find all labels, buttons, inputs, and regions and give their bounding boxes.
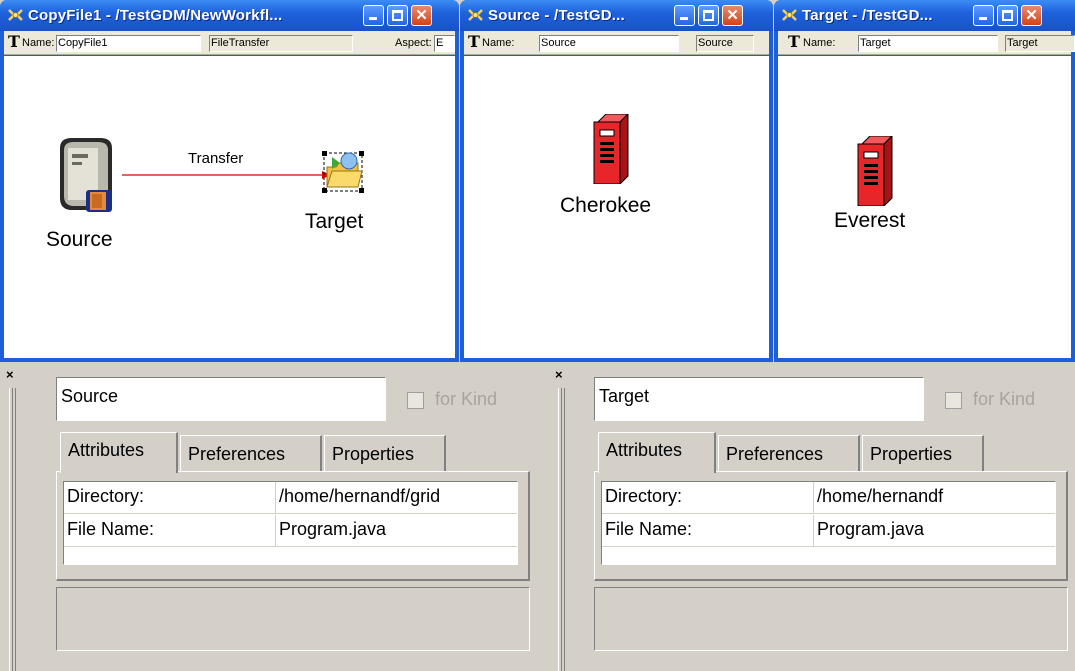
window-title: Target - /TestGD... [802, 7, 933, 24]
attribute-value[interactable]: Program.java [276, 515, 389, 547]
object-name-input[interactable]: Source [56, 377, 386, 421]
panel-close-icon[interactable]: × [555, 367, 563, 382]
name-bar: T Name: Target Target [778, 31, 1075, 55]
gme-app-icon [468, 9, 483, 21]
attribute-value[interactable]: Program.java [814, 515, 927, 547]
source-node-label: Source [46, 228, 113, 251]
gme-app-icon [8, 9, 23, 21]
window-copyfile1[interactable]: CopyFile1 - /TestGDM/NewWorkfl... ✕ T Na… [0, 0, 459, 362]
for-kind-checkbox[interactable] [945, 392, 962, 409]
text-t-icon: T [788, 32, 800, 51]
gme-app-icon [782, 9, 797, 21]
name-field[interactable]: CopyFile1 [56, 35, 201, 52]
tab-attributes[interactable]: Attributes [60, 432, 178, 473]
tab-properties[interactable]: Properties [324, 435, 446, 472]
for-kind-label: for Kind [973, 389, 1036, 409]
description-area [56, 587, 530, 651]
object-name-input[interactable]: Target [594, 377, 924, 421]
window-source[interactable]: Source - /TestGD... ✕ T Name: Source Sou… [460, 0, 773, 362]
for-kind-label: for Kind [435, 389, 498, 409]
minimize-icon [680, 17, 688, 20]
red-server-icon[interactable] [592, 114, 630, 184]
minimize-icon [369, 17, 377, 20]
titlebar[interactable]: Target - /TestGD... ✕ [774, 0, 1075, 31]
text-t-icon: T [468, 32, 480, 51]
maximize-button[interactable] [698, 5, 719, 26]
table-row[interactable]: File Name: Program.java [64, 515, 517, 547]
attribute-key: File Name: [602, 515, 814, 547]
host-label: Cherokee [560, 194, 652, 217]
maximize-button[interactable] [997, 5, 1018, 26]
maximize-icon [703, 10, 714, 21]
name-label: Name: [22, 37, 55, 49]
maximize-icon [392, 10, 403, 21]
window-title: Source - /TestGD... [488, 7, 625, 24]
name-field[interactable]: Source [539, 35, 679, 52]
minimize-button[interactable] [674, 5, 695, 26]
panel-grip[interactable] [9, 388, 16, 671]
table-row[interactable]: File Name: Program.java [602, 515, 1055, 547]
tab-preferences[interactable]: Preferences [718, 435, 860, 472]
aspect-field[interactable]: E [434, 35, 455, 52]
close-icon: ✕ [1025, 7, 1038, 24]
kind-field: Target [1005, 35, 1075, 52]
name-field[interactable]: Target [858, 35, 998, 52]
attribute-panel-source: × Source for Kind Attributes Preferences… [0, 362, 537, 671]
maximize-icon [1002, 10, 1013, 21]
name-bar: T Name: CopyFile1 FileTransfer Aspect: E [4, 31, 455, 55]
attribute-table[interactable]: Directory: /home/hernandf File Name: Pro… [601, 481, 1056, 565]
diagram-canvas[interactable]: Cherokee [464, 56, 769, 358]
connection-label: Transfer [188, 150, 244, 167]
kind-field: Source [696, 35, 754, 52]
tab-preferences[interactable]: Preferences [180, 435, 322, 472]
titlebar[interactable]: Source - /TestGD... ✕ [460, 0, 773, 31]
attribute-key: Directory: [602, 482, 814, 514]
tab-attributes[interactable]: Attributes [598, 432, 716, 473]
for-kind-checkbox[interactable] [407, 392, 424, 409]
tab-properties[interactable]: Properties [862, 435, 984, 472]
minimize-icon [979, 17, 987, 20]
close-icon: ✕ [726, 7, 739, 24]
name-label: Name: [482, 37, 515, 49]
aspect-label: Aspect: [395, 37, 432, 49]
red-server-icon[interactable] [856, 136, 894, 206]
diagram-canvas[interactable]: Transfer Source Target [4, 56, 455, 358]
table-row[interactable]: Directory: /home/hernandf [602, 482, 1055, 514]
kind-field: FileTransfer [209, 35, 353, 52]
close-icon: ✕ [415, 7, 428, 24]
attribute-key: File Name: [64, 515, 276, 547]
host-label: Everest [834, 209, 906, 232]
attribute-value[interactable]: /home/hernandf/grid [276, 482, 443, 514]
attribute-value[interactable]: /home/hernandf [814, 482, 946, 514]
attribute-panel-target: × Target for Kind Attributes Preferences… [538, 362, 1075, 671]
minimize-button[interactable] [973, 5, 994, 26]
source-server-icon[interactable] [50, 136, 122, 216]
close-button[interactable]: ✕ [722, 5, 743, 26]
name-bar: T Name: Source Source [464, 31, 769, 55]
attribute-key: Directory: [64, 482, 276, 514]
panel-grip[interactable] [558, 388, 565, 671]
attribute-table[interactable]: Directory: /home/hernandf/grid File Name… [63, 481, 518, 565]
window-target[interactable]: Target - /TestGD... ✕ T Name: Target Tar… [774, 0, 1075, 362]
close-button[interactable]: ✕ [1021, 5, 1042, 26]
table-row[interactable]: Directory: /home/hernandf/grid [64, 482, 517, 514]
text-t-icon: T [8, 32, 20, 51]
titlebar[interactable]: CopyFile1 - /TestGDM/NewWorkfl... ✕ [0, 0, 459, 31]
target-node-label: Target [305, 210, 364, 233]
window-title: CopyFile1 - /TestGDM/NewWorkfl... [28, 7, 283, 24]
target-folder-icon[interactable] [320, 149, 366, 195]
description-area [594, 587, 1068, 651]
panel-close-icon[interactable]: × [6, 367, 14, 382]
maximize-button[interactable] [387, 5, 408, 26]
name-label: Name: [803, 37, 836, 49]
close-button[interactable]: ✕ [411, 5, 432, 26]
diagram-canvas[interactable]: Everest [778, 56, 1071, 358]
minimize-button[interactable] [363, 5, 384, 26]
